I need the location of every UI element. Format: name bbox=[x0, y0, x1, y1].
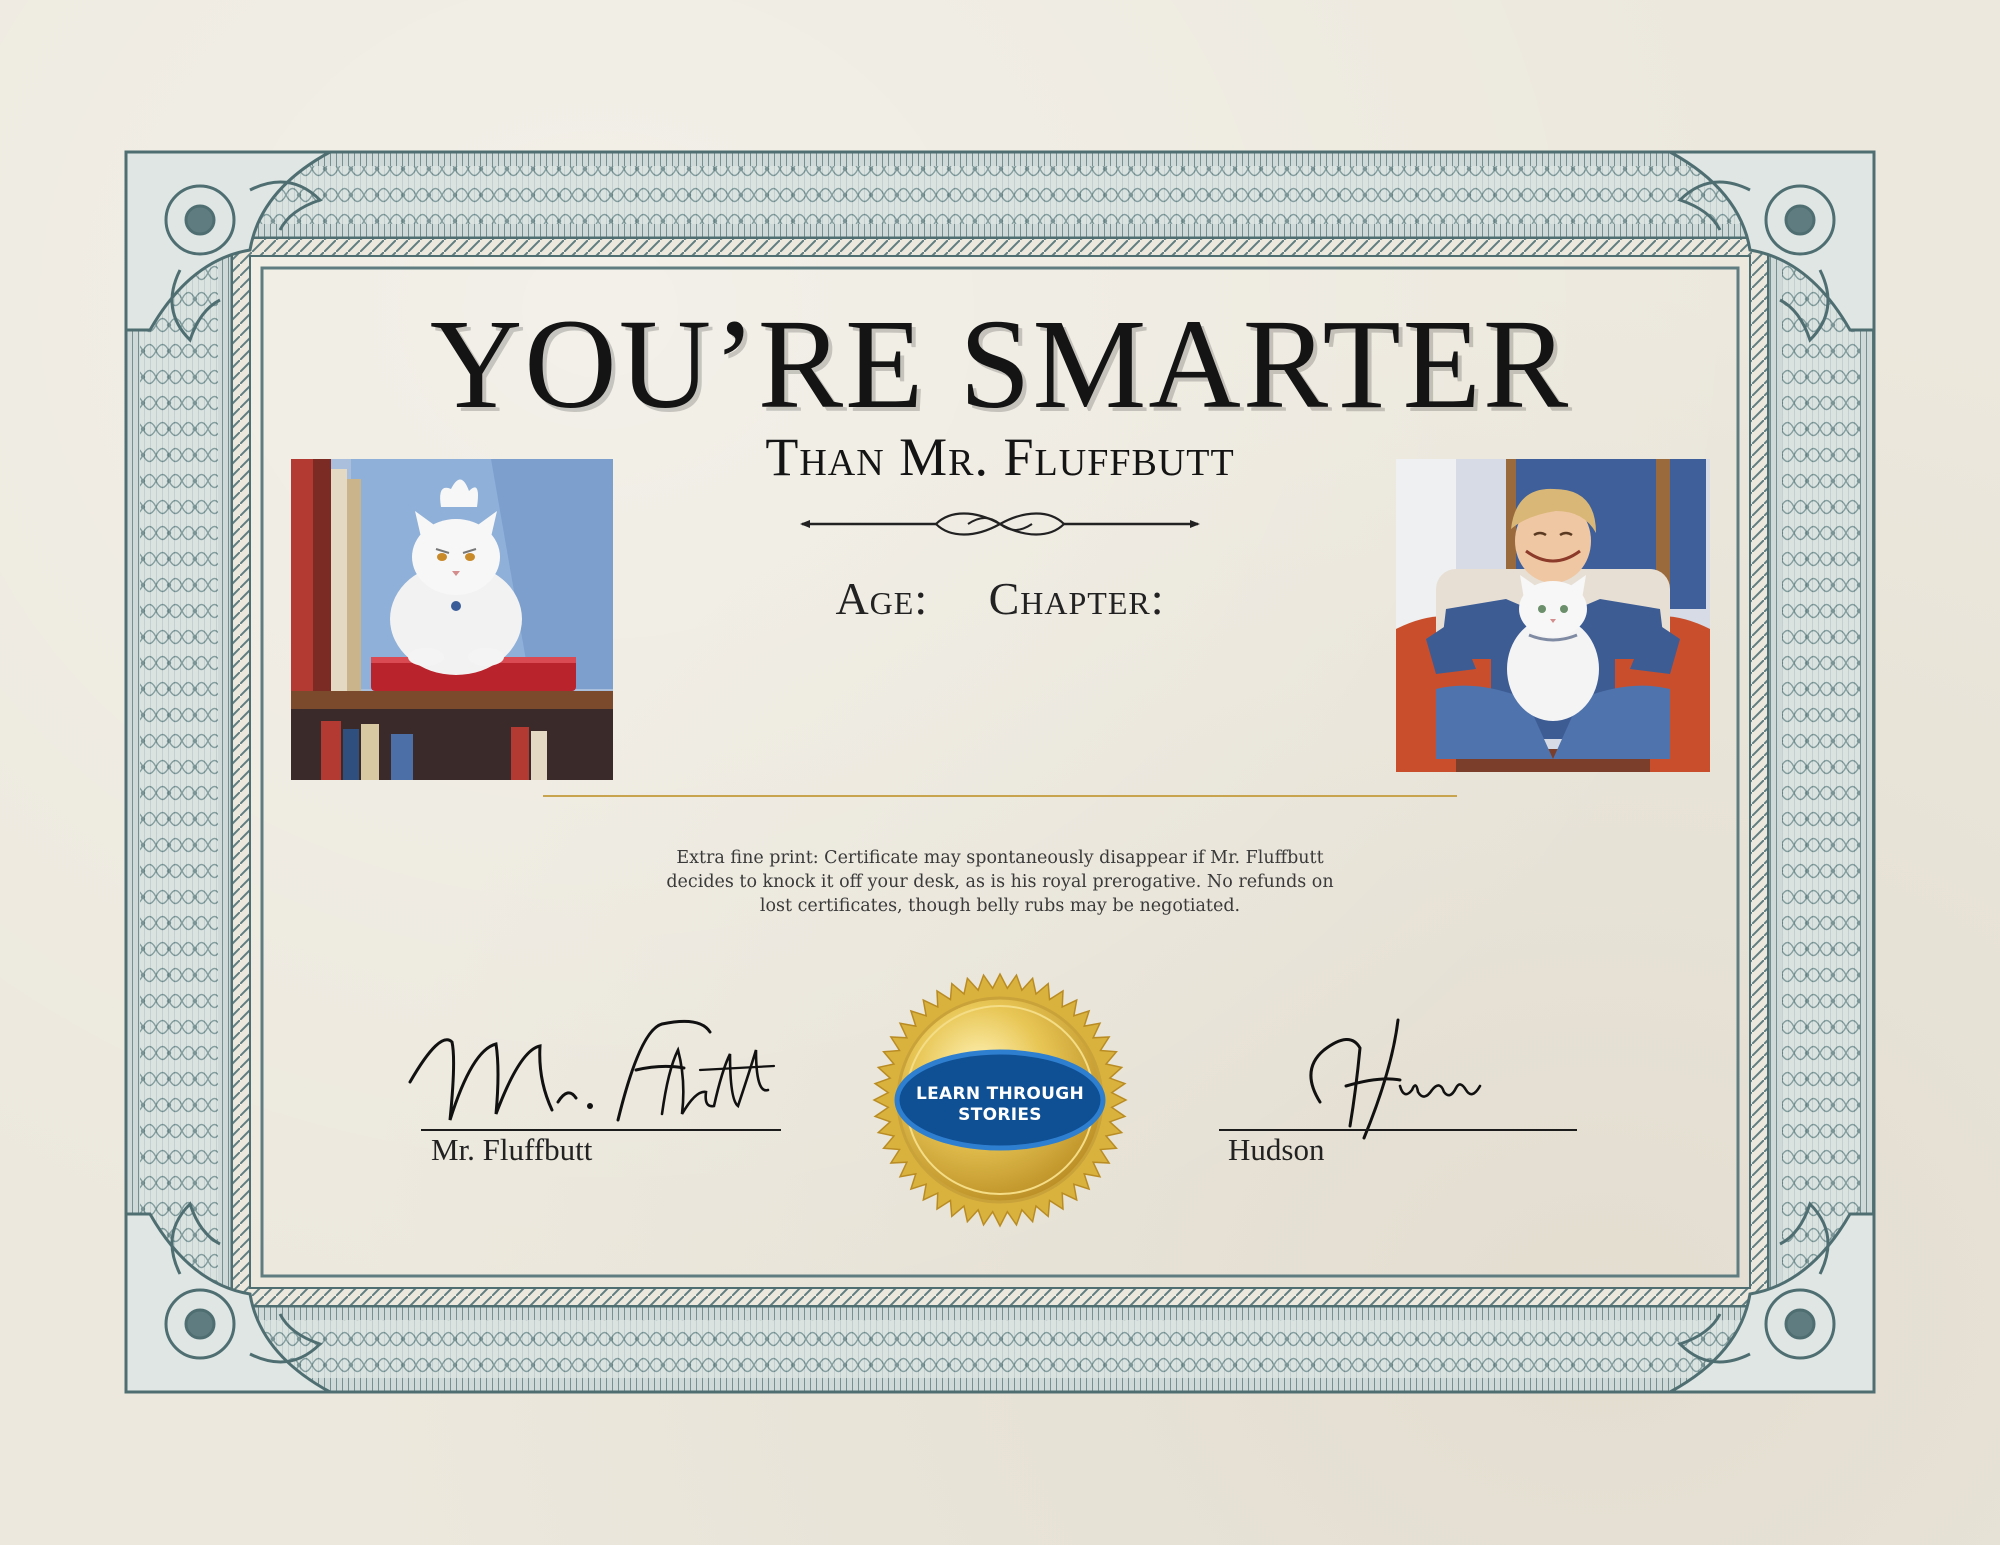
signatory-name-left: Mr. Fluffbutt bbox=[431, 1132, 593, 1167]
flourish-divider bbox=[800, 512, 1200, 536]
signature-line-right bbox=[1219, 1129, 1577, 1131]
gold-divider-line bbox=[543, 795, 1457, 797]
cat-on-bookshelf-image bbox=[291, 459, 613, 780]
boy-with-cat-image bbox=[1396, 459, 1710, 772]
signatory-name-right: Hudson bbox=[1228, 1132, 1325, 1167]
certificate-title: YOU’RE SMARTER bbox=[429, 293, 1571, 435]
seal-label: LEARN THROUGH STORIES bbox=[915, 1084, 1085, 1125]
chapter-label: Chapter: bbox=[988, 573, 1165, 624]
fine-print: Extra fine print: Certificate may sponta… bbox=[666, 848, 1334, 916]
signature-hudson bbox=[1309, 1018, 1482, 1140]
age-label: Age: bbox=[835, 573, 929, 624]
signature-line-left bbox=[421, 1129, 781, 1131]
signature-mr-fluffbutt bbox=[408, 1019, 776, 1122]
